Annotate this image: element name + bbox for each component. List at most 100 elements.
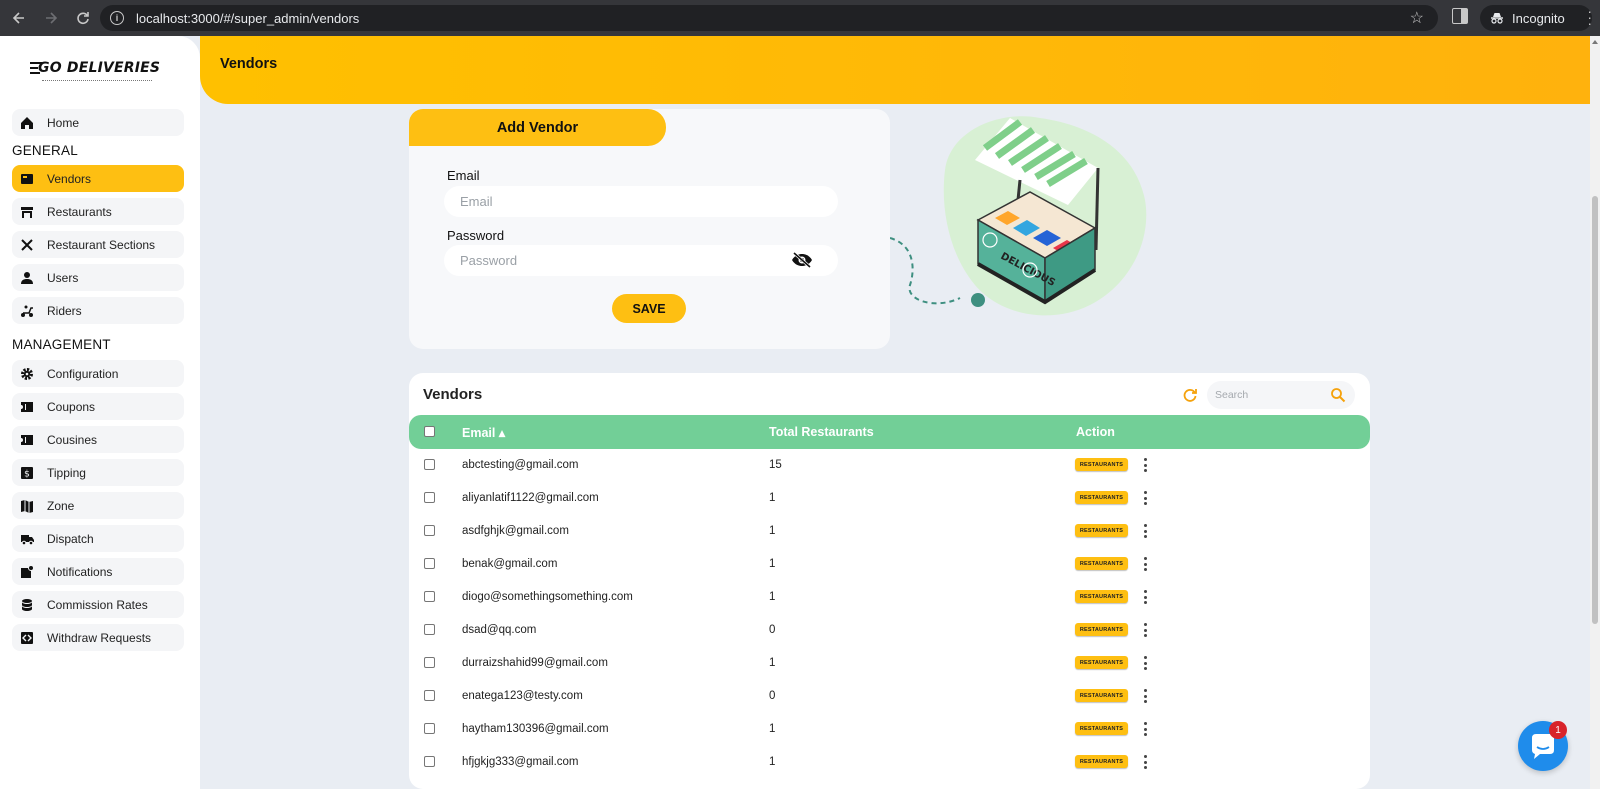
reload-icon[interactable] bbox=[70, 5, 96, 31]
row-checkbox[interactable] bbox=[424, 624, 435, 635]
column-header-total-restaurants[interactable]: Total Restaurants bbox=[769, 425, 874, 439]
password-label: Password bbox=[447, 228, 505, 243]
site-info-icon[interactable]: i bbox=[110, 11, 124, 25]
restaurants-button[interactable]: RESTAURANTS bbox=[1075, 722, 1128, 735]
total-restaurants: 1 bbox=[769, 756, 776, 768]
search-icon[interactable] bbox=[1330, 387, 1346, 403]
sidebar-item-riders[interactable]: Riders bbox=[12, 297, 184, 324]
logo[interactable]: GO DELIVERIES bbox=[30, 58, 170, 88]
sidebar-item-cousines[interactable]: Cousines bbox=[12, 426, 184, 453]
home-icon bbox=[20, 116, 34, 130]
utensils-icon bbox=[20, 238, 34, 252]
incognito-indicator[interactable]: Incognito bbox=[1480, 5, 1592, 31]
sidebar-item-configuration[interactable]: Configuration bbox=[12, 360, 184, 387]
sidebar-item-notifications[interactable]: Notifications bbox=[12, 558, 184, 585]
total-restaurants: 1 bbox=[769, 591, 776, 603]
sidebar-item-restaurant-sections[interactable]: Restaurant Sections bbox=[12, 231, 184, 258]
bookmark-star-icon[interactable]: ☆ bbox=[1410, 8, 1424, 28]
password-field[interactable] bbox=[444, 245, 838, 276]
search-box bbox=[1207, 381, 1355, 409]
vendor-email: aliyanlatif1122@gmail.com bbox=[462, 492, 599, 504]
column-header-email[interactable]: Email ▴ bbox=[462, 425, 505, 440]
store-icon bbox=[20, 205, 34, 219]
row-checkbox[interactable] bbox=[424, 558, 435, 569]
row-checkbox[interactable] bbox=[424, 525, 435, 536]
more-options-icon[interactable] bbox=[1142, 491, 1148, 505]
row-checkbox[interactable] bbox=[424, 459, 435, 470]
refresh-icon[interactable] bbox=[1182, 387, 1198, 403]
restaurants-button[interactable]: RESTAURANTS bbox=[1075, 557, 1128, 570]
vendor-stall-illustration: DELICIOUS bbox=[890, 116, 1147, 316]
side-panel-icon[interactable] bbox=[1452, 8, 1468, 24]
sidebar-item-users[interactable]: Users bbox=[12, 264, 184, 291]
restaurants-button[interactable]: RESTAURANTS bbox=[1075, 689, 1128, 702]
sidebar-item-vendors[interactable]: Vendors bbox=[12, 165, 184, 192]
more-options-icon[interactable] bbox=[1142, 557, 1148, 571]
vendor-email: asdfghjk@gmail.com bbox=[462, 525, 569, 537]
total-restaurants: 1 bbox=[769, 492, 776, 504]
restaurants-button[interactable]: RESTAURANTS bbox=[1075, 656, 1128, 669]
table-row: abctesting@gmail.com 15 RESTAURANTS bbox=[409, 450, 1370, 483]
more-options-icon[interactable] bbox=[1142, 656, 1148, 670]
svg-text:$: $ bbox=[24, 469, 30, 479]
save-button[interactable]: SAVE bbox=[612, 294, 686, 323]
row-checkbox[interactable] bbox=[424, 723, 435, 734]
table-row: benak@gmail.com 1 RESTAURANTS bbox=[409, 549, 1370, 582]
visibility-off-icon[interactable] bbox=[791, 252, 813, 268]
restaurants-button[interactable]: RESTAURANTS bbox=[1075, 491, 1128, 504]
restaurants-button[interactable]: RESTAURANTS bbox=[1075, 458, 1128, 471]
page-scrollbar[interactable] bbox=[1590, 36, 1600, 789]
more-options-icon[interactable] bbox=[1142, 458, 1148, 472]
sidebar-item-home[interactable]: Home bbox=[12, 109, 184, 136]
more-options-icon[interactable] bbox=[1142, 722, 1148, 736]
scrollbar-thumb[interactable] bbox=[1592, 196, 1598, 624]
url-text: localhost:3000/#/super_admin/vendors bbox=[136, 10, 360, 26]
more-options-icon[interactable] bbox=[1142, 755, 1148, 769]
section-management: MANAGEMENT bbox=[12, 337, 111, 352]
scroll-up-icon[interactable] bbox=[1592, 40, 1598, 44]
email-field[interactable] bbox=[444, 186, 838, 217]
address-bar[interactable]: i localhost:3000/#/super_admin/vendors ☆ bbox=[100, 5, 1438, 31]
sidebar-item-tipping[interactable]: $ Tipping bbox=[12, 459, 184, 486]
row-checkbox[interactable] bbox=[424, 756, 435, 767]
restaurants-button[interactable]: RESTAURANTS bbox=[1075, 755, 1128, 768]
more-options-icon[interactable] bbox=[1142, 524, 1148, 538]
back-icon[interactable] bbox=[6, 5, 32, 31]
sidebar-item-dispatch[interactable]: Dispatch bbox=[12, 525, 184, 552]
vendor-email: dsad@qq.com bbox=[462, 624, 537, 636]
more-options-icon[interactable] bbox=[1142, 590, 1148, 604]
total-restaurants: 1 bbox=[769, 525, 776, 537]
sidebar-item-label: Home bbox=[47, 115, 80, 130]
sidebar-item-restaurants[interactable]: Restaurants bbox=[12, 198, 184, 225]
restaurants-button[interactable]: RESTAURANTS bbox=[1075, 623, 1128, 636]
total-restaurants: 15 bbox=[769, 459, 782, 471]
row-checkbox[interactable] bbox=[424, 690, 435, 701]
browser-menu-icon[interactable]: · · · bbox=[1587, 4, 1592, 30]
select-all-checkbox[interactable] bbox=[424, 426, 435, 437]
total-restaurants: 1 bbox=[769, 558, 776, 570]
row-checkbox[interactable] bbox=[424, 591, 435, 602]
row-checkbox[interactable] bbox=[424, 657, 435, 668]
restaurants-button[interactable]: RESTAURANTS bbox=[1075, 524, 1128, 537]
sidebar-item-label: Tipping bbox=[47, 465, 86, 480]
page-title: Vendors bbox=[220, 56, 278, 72]
sidebar-item-coupons[interactable]: Coupons bbox=[12, 393, 184, 420]
sidebar-item-commission-rates[interactable]: Commission Rates bbox=[12, 591, 184, 618]
browser-toolbar: i localhost:3000/#/super_admin/vendors ☆… bbox=[0, 0, 1600, 36]
sidebar-item-zone[interactable]: Zone bbox=[12, 492, 184, 519]
sidebar-item-label: Notifications bbox=[47, 564, 113, 579]
email-label: Email bbox=[447, 168, 480, 183]
gear-icon bbox=[20, 367, 34, 381]
forward-icon[interactable] bbox=[38, 5, 64, 31]
sidebar-item-label: Withdraw Requests bbox=[47, 630, 152, 645]
more-options-icon[interactable] bbox=[1142, 623, 1148, 637]
more-options-icon[interactable] bbox=[1142, 689, 1148, 703]
vendors-icon bbox=[20, 172, 34, 186]
restaurants-button[interactable]: RESTAURANTS bbox=[1075, 590, 1128, 603]
sidebar-item-label: Commission Rates bbox=[47, 597, 148, 612]
total-restaurants: 1 bbox=[769, 723, 776, 735]
row-checkbox[interactable] bbox=[424, 492, 435, 503]
logo-text: GO DELIVERIES bbox=[38, 60, 161, 76]
sidebar-item-withdraw-requests[interactable]: Withdraw Requests bbox=[12, 624, 184, 651]
search-input[interactable] bbox=[1215, 387, 1325, 403]
